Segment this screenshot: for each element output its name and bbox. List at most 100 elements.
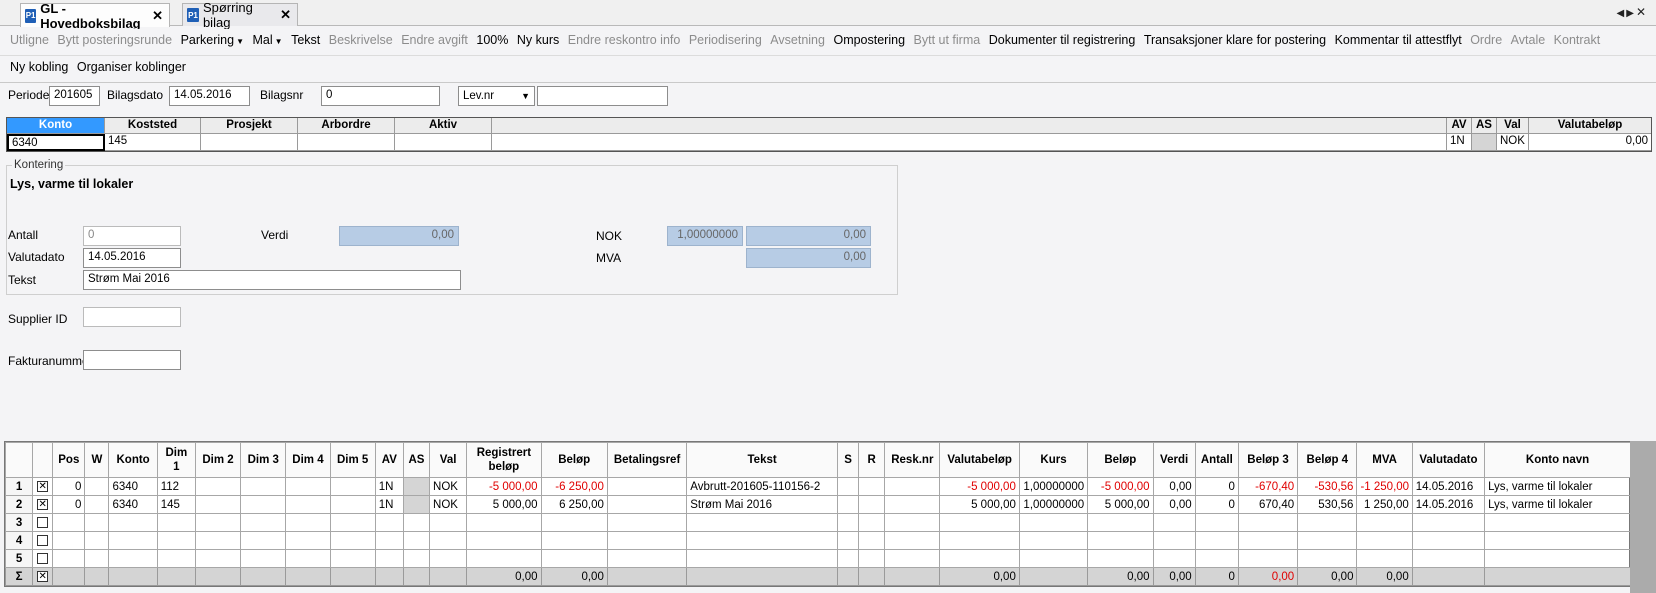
- cell-registrert[interactable]: [466, 531, 542, 550]
- valutadato-field[interactable]: 14.05.2016: [83, 248, 181, 268]
- cell-dim1[interactable]: [156, 531, 196, 550]
- cell-pos[interactable]: [52, 513, 86, 532]
- table-row[interactable]: 2 ✕ 0 6340 145 1N NOK 5 000,00 6 250,00 Strøm Mai…: [4, 495, 1631, 514]
- col-belop[interactable]: Beløp: [1087, 442, 1154, 478]
- col-valutabelop[interactable]: Valutabeløp: [1529, 118, 1651, 134]
- cell-resk[interactable]: [884, 513, 941, 532]
- cell-mva[interactable]: -1 250,00: [1356, 477, 1413, 496]
- checked-checkbox[interactable]: ✕: [37, 498, 49, 510]
- cell-r[interactable]: [858, 477, 886, 496]
- arbordre-cell[interactable]: [298, 134, 395, 151]
- cell-val[interactable]: NOK: [429, 495, 468, 514]
- cell-valutadato[interactable]: 14.05.2016: [1411, 477, 1486, 496]
- col-resk-nr[interactable]: Resk.nr: [884, 442, 941, 478]
- cell-s[interactable]: [836, 477, 860, 496]
- col-av[interactable]: AV: [1447, 118, 1472, 134]
- cell-s[interactable]: [836, 531, 860, 550]
- cell-dim4[interactable]: [285, 477, 331, 496]
- cell-w[interactable]: [84, 549, 110, 568]
- beskrivelse-button[interactable]: Beskrivelse: [329, 33, 393, 47]
- nok-value-field[interactable]: 0,00: [746, 226, 871, 246]
- cell-belop3[interactable]: [1237, 531, 1299, 550]
- cell-belop4[interactable]: [1297, 513, 1358, 532]
- cell-valutabelop[interactable]: [939, 513, 1020, 532]
- cell-konto[interactable]: 6340: [108, 495, 158, 514]
- col-dim-5[interactable]: Dim 5: [329, 442, 376, 478]
- col-belop[interactable]: Beløp: [540, 442, 608, 478]
- col-registrert-belop[interactable]: Registrert beløp: [466, 442, 542, 478]
- konto-cell[interactable]: 6340: [7, 134, 105, 151]
- checkbox[interactable]: [37, 534, 49, 546]
- cell-kontonavn[interactable]: [1484, 531, 1631, 550]
- cell-dim5[interactable]: [329, 477, 376, 496]
- cell-val[interactable]: [429, 531, 468, 550]
- avsetning-button[interactable]: Avsetning: [770, 33, 825, 47]
- periode-field[interactable]: 201605: [49, 86, 100, 106]
- supplier-id-field[interactable]: [83, 307, 181, 327]
- cell-av[interactable]: 1N: [374, 495, 404, 514]
- col-r[interactable]: R: [858, 442, 886, 478]
- cell-dim3[interactable]: [240, 495, 287, 514]
- cell-belop3[interactable]: [1237, 549, 1299, 568]
- checked-checkbox[interactable]: ✕: [37, 480, 49, 492]
- cell-resk[interactable]: [884, 495, 941, 514]
- col-av[interactable]: AV: [374, 442, 404, 478]
- cell-r[interactable]: [858, 549, 886, 568]
- cell-as[interactable]: [402, 495, 431, 514]
- cell-dim4[interactable]: [285, 495, 331, 514]
- cell-konto[interactable]: [108, 549, 158, 568]
- cell-pos[interactable]: [52, 531, 86, 550]
- col-prosjekt[interactable]: Prosjekt: [201, 118, 298, 134]
- close-icon[interactable]: ✕: [152, 8, 163, 24]
- cell-w[interactable]: [84, 495, 110, 514]
- cell-verdi[interactable]: [1152, 513, 1196, 532]
- col-valutadato[interactable]: Valutadato: [1411, 442, 1486, 478]
- cell-val[interactable]: [429, 549, 468, 568]
- cell-dim1[interactable]: [156, 513, 196, 532]
- checked-checkbox[interactable]: ✕: [37, 570, 49, 582]
- cell-verdi[interactable]: 0,00: [1152, 495, 1196, 514]
- cell-mva[interactable]: [1356, 549, 1413, 568]
- col-kurs[interactable]: Kurs: [1018, 442, 1089, 478]
- bilagsnr-field[interactable]: 0: [321, 86, 440, 106]
- cell-dim2[interactable]: [194, 513, 242, 532]
- kontrakt-button[interactable]: Kontrakt: [1554, 33, 1601, 47]
- cell-valutabelop[interactable]: [939, 549, 1020, 568]
- col-w[interactable]: W: [84, 442, 110, 478]
- cell-dim5[interactable]: [329, 513, 376, 532]
- cell-konto[interactable]: [108, 513, 158, 532]
- val-cell[interactable]: NOK: [1497, 134, 1529, 151]
- cell-dim4[interactable]: [285, 549, 331, 568]
- cell-kontonavn[interactable]: [1484, 513, 1631, 532]
- cell-belop4[interactable]: -530,56: [1297, 477, 1358, 496]
- cell-w[interactable]: [84, 531, 110, 550]
- cell-valutadato[interactable]: [1411, 531, 1486, 550]
- ompostering-button[interactable]: Ompostering: [833, 33, 905, 47]
- cell-kontonavn[interactable]: [1484, 549, 1631, 568]
- cell-r[interactable]: [858, 495, 886, 514]
- cell-mva[interactable]: 1 250,00: [1356, 495, 1413, 514]
- valutabelop-cell[interactable]: 0,00: [1529, 134, 1651, 151]
- levnr-select[interactable]: Lev.nr ▼: [458, 86, 535, 106]
- table-row[interactable]: 4: [4, 531, 1631, 550]
- col-belop-3[interactable]: Beløp 3: [1237, 442, 1299, 478]
- cell-as[interactable]: [402, 549, 431, 568]
- cell-antall[interactable]: 0: [1194, 477, 1239, 496]
- prosjekt-cell[interactable]: [201, 134, 298, 151]
- bilagsdato-field[interactable]: 14.05.2016: [169, 86, 250, 106]
- cell-pos[interactable]: [52, 549, 86, 568]
- arrow-left-icon[interactable]: ◀: [1617, 8, 1627, 19]
- cell-valutadato[interactable]: 14.05.2016: [1411, 495, 1486, 514]
- cell-kurs[interactable]: 1,00000000: [1018, 495, 1089, 514]
- cell-w[interactable]: [84, 477, 110, 496]
- cell-av[interactable]: 1N: [374, 477, 404, 496]
- mal-button[interactable]: Mal ▼: [253, 33, 283, 47]
- col-mva[interactable]: MVA: [1356, 442, 1413, 478]
- cell-valutabelop[interactable]: [939, 531, 1020, 550]
- cell-konto[interactable]: [108, 531, 158, 550]
- tab-scroll-arrows[interactable]: ◀▶✕: [1617, 5, 1648, 19]
- cell-antall[interactable]: [1194, 513, 1239, 532]
- cell-tekst[interactable]: Avbrutt-201605-110156-2: [686, 477, 838, 496]
- utligne-button[interactable]: Utligne: [10, 33, 49, 47]
- cell-valutabelop[interactable]: -5 000,00: [939, 477, 1020, 496]
